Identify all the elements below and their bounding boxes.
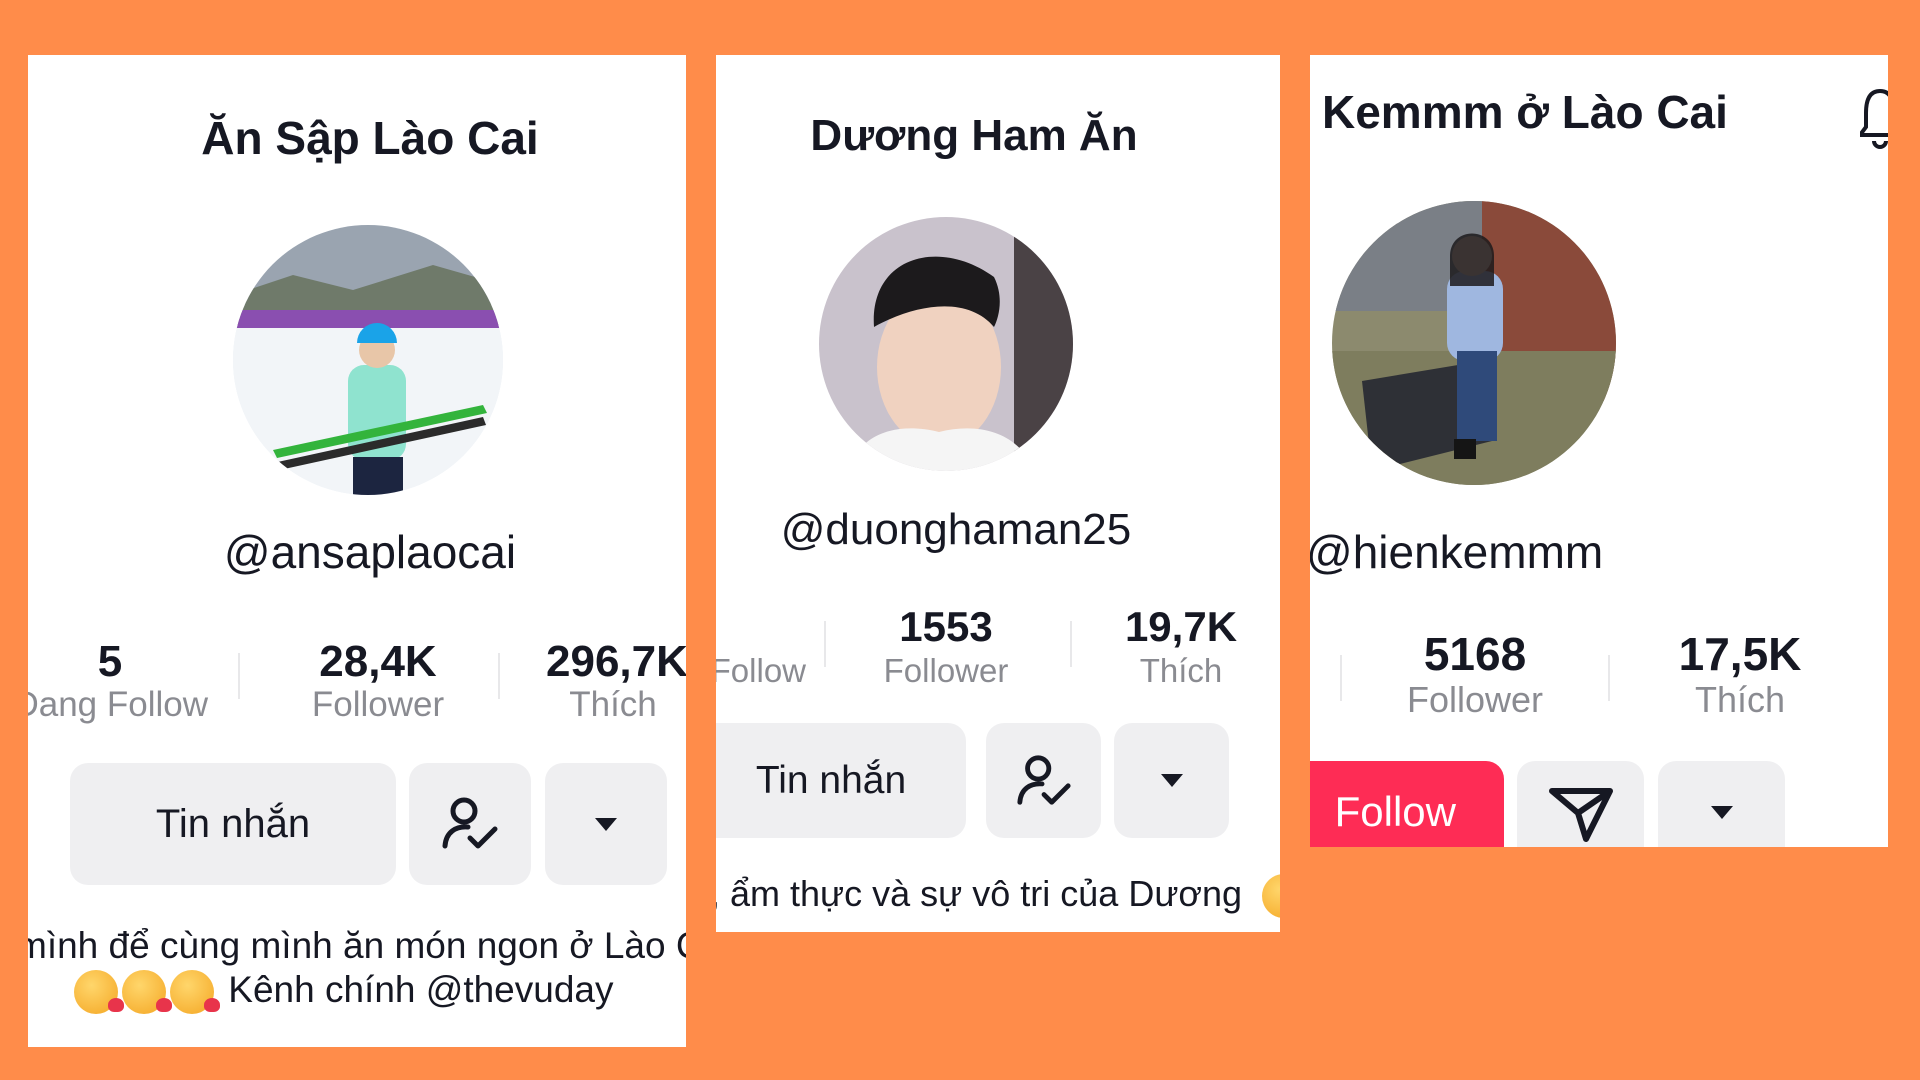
- avatar-seated-woman-image: [1332, 201, 1616, 485]
- avatar-portrait-image: [819, 217, 1073, 471]
- stat-divider: [1340, 655, 1342, 701]
- stat-followers-value[interactable]: 5168: [1370, 627, 1580, 681]
- follow-button[interactable]: Follow: [1310, 761, 1504, 847]
- profile-panel-duonghaman25: Dương Ham Ăn @duonghaman25 Follow 1553 F…: [716, 55, 1280, 932]
- stat-likes-value[interactable]: 296,7K: [546, 637, 686, 687]
- avatar[interactable]: [233, 225, 503, 495]
- more-options-button[interactable]: [1114, 723, 1229, 838]
- more-options-button[interactable]: [545, 763, 667, 885]
- follow-button-label: Follow: [1334, 788, 1456, 835]
- profile-panel-hienkemmm: Kemmm ở Lào Cai @hienkemmm 5168 Follower…: [1310, 55, 1888, 847]
- avatar[interactable]: [819, 217, 1073, 471]
- profile-handle: @ansaplaocai: [223, 526, 517, 578]
- stat-followers-value[interactable]: 28,4K: [278, 637, 478, 687]
- stat-likes-label: Thích: [1694, 679, 1786, 720]
- bio-text: , ẩm thực và sự vô tri của Dương: [716, 873, 1243, 914]
- profile-name: Dương Ham Ăn: [810, 111, 1138, 160]
- stat-followers-label: Follower: [1406, 679, 1544, 720]
- avatar[interactable]: [1332, 201, 1616, 485]
- profile-name: Ăn Sập Lào Cai: [201, 112, 539, 164]
- stat-followers-value[interactable]: 1553: [856, 603, 1036, 651]
- avatar-skier-image: [233, 225, 503, 495]
- bio-line-1: , ẩm thực và sự vô tri của Dương: [716, 873, 1280, 919]
- stat-followers-label: Follower: [311, 685, 445, 724]
- message-button[interactable]: Tin nhắn: [70, 763, 396, 885]
- message-button[interactable]: Tin nhắn: [716, 723, 966, 838]
- stat-following-label: Follow: [716, 652, 806, 689]
- profile-panel-ansaplaocai: Ăn Sập Lào Cai @ansaplaocai 5 Đang Follo…: [28, 55, 686, 1047]
- more-options-button[interactable]: [1658, 761, 1785, 847]
- dropdown-arrow-icon: [1160, 774, 1183, 787]
- smiling-hearts-emoji-icon: [122, 970, 172, 1015]
- message-button-label: Tin nhắn: [155, 801, 311, 846]
- stat-following-value[interactable]: 5: [80, 637, 140, 687]
- bio-main-channel: Kênh chính @thevuday: [228, 969, 614, 1010]
- stat-likes-label: Thích: [1139, 652, 1223, 689]
- stat-following-label: Đang Follow: [28, 685, 208, 724]
- add-friend-check-icon: [1016, 754, 1071, 805]
- friends-button[interactable]: [409, 763, 531, 885]
- smiling-hearts-emoji-icon: [170, 970, 220, 1015]
- smiling-hearts-emoji-icon: [74, 970, 124, 1015]
- stat-divider: [498, 653, 500, 699]
- stat-followers-label: Follower: [883, 652, 1009, 689]
- profile-handle: @duonghaman25: [780, 505, 1132, 554]
- profile-handle: @hienkemmm: [1310, 526, 1604, 578]
- dropdown-arrow-icon: [1710, 805, 1733, 819]
- message-button-label: Tin nhắn: [755, 758, 907, 802]
- dropdown-arrow-icon: [595, 817, 617, 831]
- stat-likes-value[interactable]: 17,5K: [1640, 627, 1840, 681]
- stat-likes-label: Thích: [569, 685, 657, 724]
- bio-line-1: mình để cùng mình ăn món ngon ở Lào Cai: [28, 925, 686, 966]
- friends-button[interactable]: [986, 723, 1101, 838]
- emoji-icon: [1262, 874, 1280, 919]
- bell-icon[interactable]: [1860, 85, 1888, 149]
- send-message-icon: [1548, 788, 1613, 842]
- add-friend-check-icon: [442, 797, 498, 849]
- stat-divider: [238, 653, 240, 699]
- stat-divider: [1608, 655, 1610, 701]
- stat-divider: [824, 621, 826, 667]
- profile-name: Kemmm ở Lào Cai: [1322, 86, 1728, 138]
- send-message-button[interactable]: [1517, 761, 1644, 847]
- stat-likes-value[interactable]: 19,7K: [1101, 603, 1261, 651]
- stat-divider: [1070, 621, 1072, 667]
- bio-line-2: Kênh chính @thevuday: [74, 969, 614, 1015]
